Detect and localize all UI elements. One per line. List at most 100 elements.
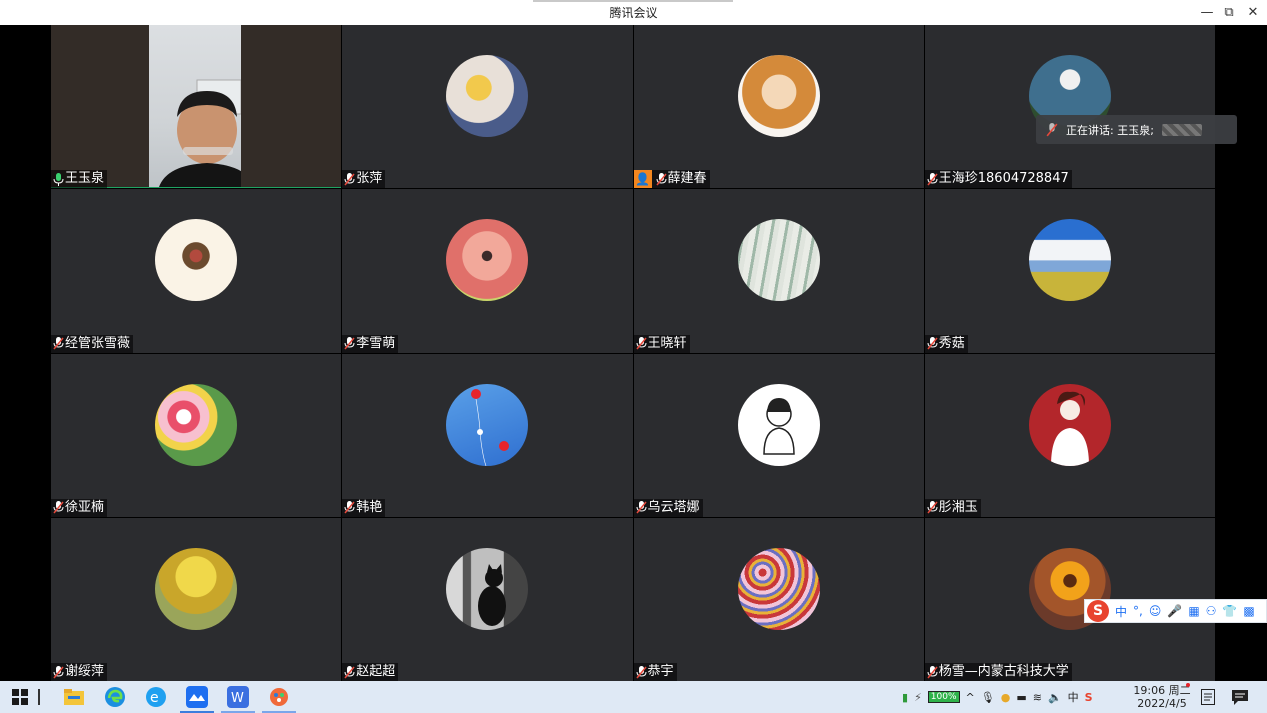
- mic-muted-icon: [344, 665, 355, 678]
- task-view-icon[interactable]: [34, 685, 44, 709]
- participant-tile[interactable]: 王玉泉: [51, 25, 342, 189]
- mic-muted-icon: [53, 337, 64, 350]
- participant-name: 赵起超: [342, 663, 399, 681]
- ime-mode[interactable]: 中: [1115, 603, 1127, 620]
- paint-app-icon[interactable]: [267, 685, 291, 709]
- participant-name: 肜湘玉: [924, 498, 981, 517]
- participant-tile[interactable]: 王海珍18604728847: [924, 25, 1215, 189]
- participant-tile[interactable]: 徐亚楠: [51, 353, 342, 517]
- taskbar: e W ▮ ⚡ 100% ^ 🎙 ● ▬ ≋ 🔈 中 S 19:06 周二 20…: [0, 681, 1267, 713]
- volume-icon[interactable]: 🔈: [1048, 691, 1062, 704]
- avatar: [737, 219, 820, 302]
- speaking-label: 正在讲话: 王玉泉;: [1066, 123, 1154, 137]
- participant-name: 恭宇: [633, 663, 677, 681]
- user-icon[interactable]: ⚇: [1206, 604, 1217, 618]
- cat-icon: [478, 563, 507, 626]
- shirt-icon[interactable]: 👕: [1222, 604, 1237, 618]
- sketch-girl-icon: [762, 397, 795, 455]
- grid-menu-icon[interactable]: ▩: [1243, 604, 1254, 618]
- mic-muted-icon: [927, 337, 938, 350]
- mic-muted-icon: [344, 337, 355, 350]
- participant-tile[interactable]: 👤 薛建春: [633, 25, 924, 189]
- participant-tile[interactable]: 秀菇: [924, 189, 1215, 353]
- input-language[interactable]: 中: [1068, 689, 1079, 705]
- title-accent: [533, 0, 733, 2]
- tencent-meeting-icon[interactable]: [185, 685, 209, 709]
- mic-muted-icon: [1046, 122, 1058, 136]
- avatar: [1028, 219, 1111, 302]
- participant-tile[interactable]: 李雪萌: [342, 189, 633, 353]
- avatar: [737, 383, 820, 466]
- charging-icon: ⚡: [914, 690, 922, 704]
- system-tray: ▮ ⚡ 100% ^ 🎙 ● ▬ ≋ 🔈 中 S: [902, 681, 1093, 713]
- participant-name: 👤 薛建春: [633, 170, 710, 189]
- person-video-icon: [159, 79, 255, 187]
- avatar: [1028, 383, 1111, 466]
- cartoon-girl-icon: [1050, 391, 1089, 466]
- participant-name: 徐亚楠: [51, 498, 108, 517]
- avatar: [155, 383, 238, 466]
- host-badge-icon: 👤: [633, 170, 652, 189]
- file-explorer-icon[interactable]: [62, 685, 86, 709]
- participant-name: 韩艳: [342, 498, 386, 517]
- clock-time: 19:06 周二: [1133, 684, 1191, 697]
- participant-name: 王海珍18604728847: [924, 170, 1072, 189]
- ime-punct[interactable]: °,: [1133, 604, 1143, 618]
- participant-tile[interactable]: 乌云塔娜: [633, 353, 924, 517]
- participant-name: 经管张雪薇: [51, 334, 134, 353]
- participant-name: 王晓轩: [633, 334, 690, 353]
- participant-name: 王玉泉: [51, 170, 108, 189]
- clock[interactable]: 19:06 周二 2022/4/5: [1133, 684, 1191, 710]
- mic-muted-icon: [927, 172, 938, 186]
- avatar: [446, 547, 529, 630]
- close-button[interactable]: ✕: [1242, 3, 1264, 21]
- avatar: [446, 55, 529, 137]
- battery-level[interactable]: 100%: [927, 691, 960, 703]
- balloon-icon: [471, 388, 510, 466]
- sogou-tray-icon[interactable]: S: [1085, 691, 1093, 704]
- sogou-logo-icon: S: [1087, 600, 1109, 622]
- battery-icon[interactable]: ▬: [1016, 691, 1026, 704]
- ie-browser-icon[interactable]: e: [144, 685, 168, 709]
- mic-muted-icon: [344, 172, 355, 186]
- windows-start-icon[interactable]: [8, 685, 32, 709]
- avatar: [155, 219, 238, 302]
- restore-button[interactable]: ⧉: [1218, 3, 1240, 21]
- participant-tile[interactable]: 韩艳: [342, 353, 633, 517]
- task-notes-icon[interactable]: [1196, 685, 1220, 709]
- svg-text:W: W: [231, 691, 244, 706]
- smiley-icon[interactable]: ☺: [1149, 604, 1162, 618]
- speaking-blur: [1161, 123, 1202, 136]
- mic-icon[interactable]: 🎤: [1167, 604, 1182, 618]
- participant-tile[interactable]: 恭宇: [633, 517, 924, 681]
- video-feed: [51, 25, 341, 187]
- chevron-up-icon[interactable]: ^: [966, 691, 975, 704]
- action-center-icon[interactable]: [1228, 685, 1252, 709]
- participant-tile[interactable]: 王晓轩: [633, 189, 924, 353]
- wifi-icon[interactable]: ≋: [1033, 691, 1042, 704]
- avatar: [155, 547, 238, 630]
- app-tray-icon[interactable]: ●: [1001, 691, 1011, 704]
- avatar: [737, 547, 820, 630]
- title-bar: 腾讯会议 — ⧉ ✕: [0, 0, 1267, 25]
- keyboard-icon[interactable]: ▦: [1188, 604, 1199, 618]
- speaking-indicator: 正在讲话: 王玉泉;: [1036, 115, 1237, 144]
- battery-saver-icon[interactable]: ▮: [902, 691, 908, 704]
- mic-muted-icon: [927, 501, 938, 514]
- mic-muted-icon: [53, 665, 64, 678]
- participant-tile[interactable]: 张萍: [342, 25, 633, 189]
- clock-date: 2022/4/5: [1137, 697, 1187, 710]
- participant-tile[interactable]: 赵起超: [342, 517, 633, 681]
- mic-muted-icon: [635, 665, 647, 678]
- wps-icon[interactable]: W: [226, 685, 250, 709]
- participant-tile[interactable]: 经管张雪薇: [51, 189, 342, 353]
- ime-toolbar[interactable]: S 中 °, ☺ 🎤 ▦ ⚇ 👕 ▩: [1084, 599, 1267, 623]
- minimize-button[interactable]: —: [1196, 3, 1218, 21]
- participant-name: 乌云塔娜: [633, 498, 703, 517]
- avatar: [737, 55, 820, 137]
- participant-tile[interactable]: 谢绥萍: [51, 517, 342, 681]
- participant-name: 李雪萌: [342, 334, 399, 353]
- edge-browser-icon[interactable]: [103, 685, 127, 709]
- mic-tray-icon[interactable]: 🎙: [981, 691, 995, 704]
- participant-tile[interactable]: 肜湘玉: [924, 353, 1215, 517]
